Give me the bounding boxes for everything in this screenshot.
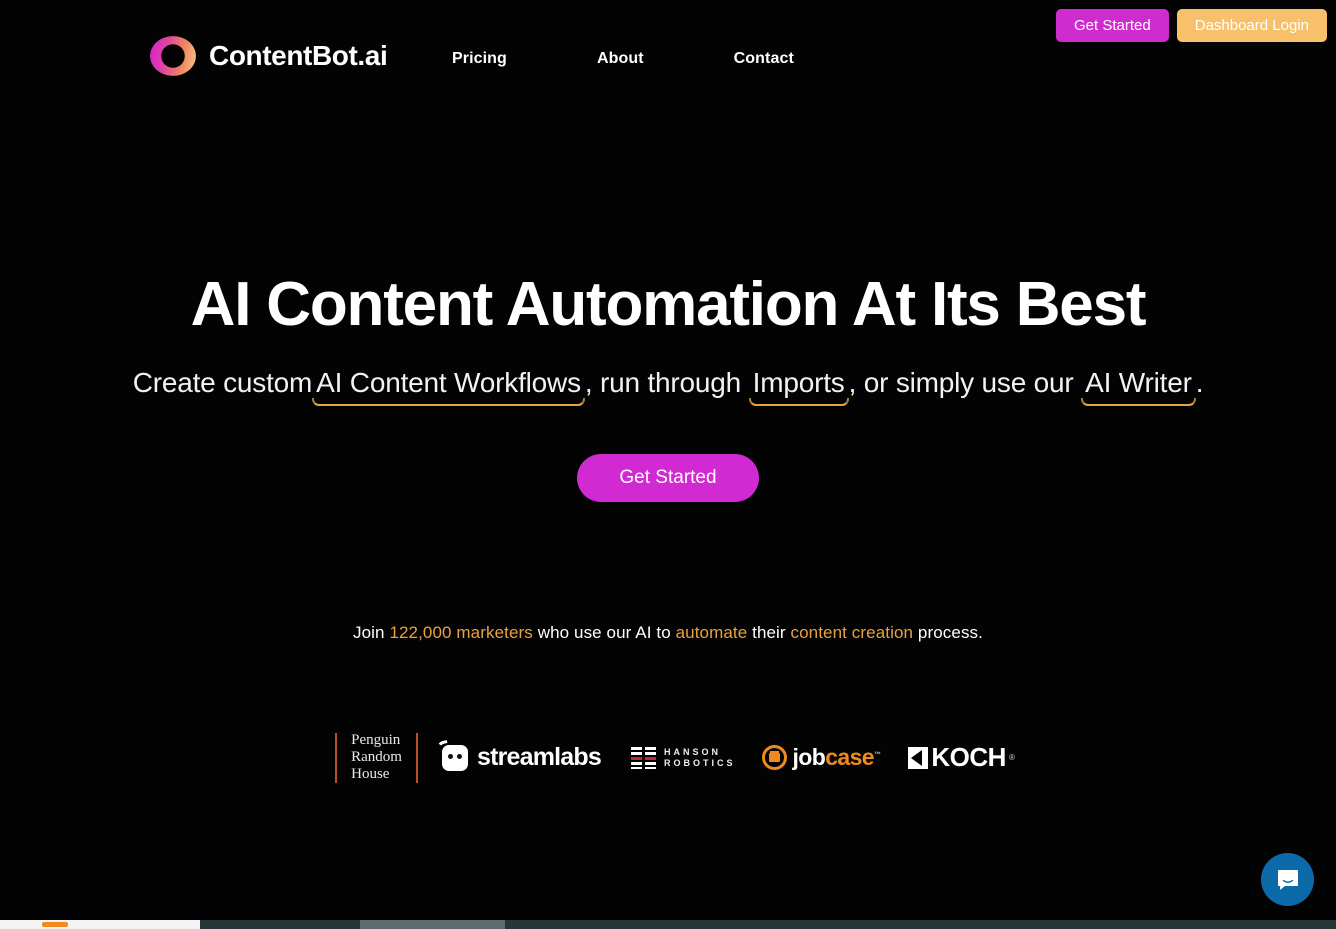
- jobcase-briefcase-icon: [761, 745, 787, 770]
- social-proof-count: 122,000 marketers: [389, 623, 533, 642]
- page-root: ContentBot.ai Pricing About Contact Get …: [0, 0, 1336, 929]
- browser-tab-strip: [0, 920, 1336, 929]
- jobcase-text-job: job: [792, 744, 826, 770]
- link-ai-content-workflows[interactable]: AI Content Workflows: [312, 367, 585, 406]
- subheading-text-4: .: [1195, 367, 1204, 398]
- hanson-bars-left-icon: [631, 746, 642, 769]
- streamlabs-tail-icon: [436, 739, 449, 751]
- hanson-robotics-icon: [631, 746, 657, 769]
- browser-tab-3[interactable]: [360, 920, 505, 929]
- streamlabs-icon: [436, 739, 468, 771]
- subheading-text-1: Create custom: [132, 367, 313, 398]
- logo-hanson-robotics: HANSON ROBOTICS: [631, 746, 736, 769]
- browser-tab-4[interactable]: [505, 920, 1336, 929]
- page-title: AI Content Automation At Its Best: [190, 270, 1147, 339]
- nav-item-about[interactable]: About: [597, 50, 644, 68]
- social-proof-prefix: Join: [353, 623, 390, 642]
- site-header: ContentBot.ai Pricing About Contact Get …: [0, 0, 1336, 100]
- logo-koch: KOCH ®: [908, 742, 1015, 773]
- social-proof-highlight-content-creation: content creation: [790, 623, 914, 642]
- browser-tab-active[interactable]: [0, 920, 200, 929]
- social-proof-mid-2: their: [747, 623, 791, 642]
- nav-item-pricing[interactable]: Pricing: [452, 50, 507, 68]
- streamlabs-text: streamlabs: [476, 743, 602, 771]
- social-proof-suffix: process.: [913, 623, 983, 642]
- subheading-text-2: , run through: [584, 367, 749, 398]
- dashboard-login-button[interactable]: Dashboard Login: [1176, 9, 1327, 42]
- koch-text: KOCH: [931, 742, 1006, 772]
- social-proof-mid-1: who use our AI to: [532, 623, 676, 642]
- hero-cta-wrapper: Get Started: [0, 454, 1336, 502]
- logo-penguin-random-house: Penguin Random House: [351, 732, 402, 783]
- prh-line-2: Random: [351, 749, 402, 765]
- brand-name: ContentBot.ai: [209, 40, 388, 71]
- logo-divider-right: [415, 732, 418, 783]
- main-navigation: Pricing About Contact: [452, 50, 794, 68]
- hanson-line-2: ROBOTICS: [664, 757, 736, 768]
- social-proof-highlight-automate: automate: [675, 623, 748, 642]
- browser-tab-2[interactable]: [200, 920, 360, 929]
- jobcase-trademark: ™: [874, 751, 881, 759]
- client-logo-strip: Penguin Random House streamlabs HANSON R…: [0, 732, 1336, 783]
- prh-line-3: House: [351, 766, 390, 782]
- link-imports[interactable]: Imports: [748, 367, 849, 406]
- get-started-button-hero[interactable]: Get Started: [577, 454, 759, 502]
- subheading-text-3: , or simply use our: [848, 367, 1082, 398]
- link-ai-writer[interactable]: AI Writer: [1081, 367, 1196, 406]
- chat-bubble-icon: [1277, 869, 1298, 890]
- koch-triangle-icon: [908, 746, 929, 769]
- nav-item-contact[interactable]: Contact: [734, 50, 794, 68]
- social-proof-text: Join 122,000 marketers who use our AI to…: [0, 623, 1336, 643]
- get-started-button-header[interactable]: Get Started: [1056, 9, 1169, 42]
- hanson-bars-right-icon: [645, 746, 656, 769]
- hanson-line-1: HANSON: [664, 746, 722, 757]
- logo-jobcase: jobcase™: [761, 744, 882, 771]
- logo-streamlabs: streamlabs: [436, 739, 602, 772]
- header-actions: Get Started Dashboard Login: [1056, 9, 1327, 42]
- logo-divider-left: [335, 732, 338, 783]
- koch-trademark: ®: [1008, 753, 1015, 762]
- hero-subheading: Create custom AI Content Workflows, run t…: [0, 367, 1336, 406]
- brand-logo[interactable]: ContentBot.ai: [150, 36, 388, 76]
- prh-line-1: Penguin: [351, 732, 401, 748]
- chat-widget-button[interactable]: [1261, 853, 1314, 906]
- jobcase-text-case: case: [825, 744, 874, 770]
- hanson-robotics-text: HANSON ROBOTICS: [664, 747, 736, 769]
- gradient-ring-icon: [150, 36, 196, 76]
- jobcase-text: jobcase™: [792, 744, 882, 771]
